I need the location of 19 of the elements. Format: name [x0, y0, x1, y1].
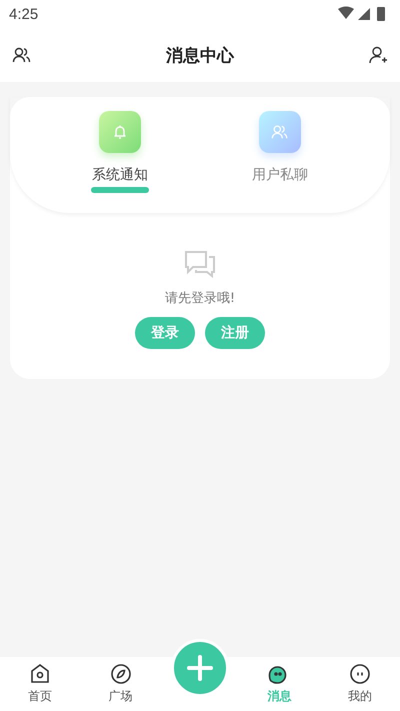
page-title: 消息中心	[166, 44, 234, 66]
compass-icon	[108, 662, 133, 686]
tab[interactable]: 用户私聊	[235, 97, 325, 213]
add-user-icon	[368, 45, 388, 65]
nav-item[interactable]: 我的	[330, 662, 390, 705]
plus-icon	[186, 655, 213, 681]
status-time: 4:25	[9, 6, 38, 22]
friends-button[interactable]	[12, 45, 32, 65]
tab[interactable]: 系统通知	[75, 97, 165, 213]
add-user-button[interactable]	[368, 45, 388, 65]
status-icons	[338, 6, 388, 22]
users-icon	[259, 111, 301, 153]
nav-item[interactable]: 首页	[10, 662, 70, 705]
bell-icon	[99, 111, 141, 153]
nav-item[interactable]: 广场	[90, 662, 151, 705]
chat-icon	[184, 249, 216, 279]
face-icon	[348, 662, 372, 686]
users-icon	[12, 45, 32, 65]
login-prompt: 请先登录哦!	[164, 290, 236, 307]
